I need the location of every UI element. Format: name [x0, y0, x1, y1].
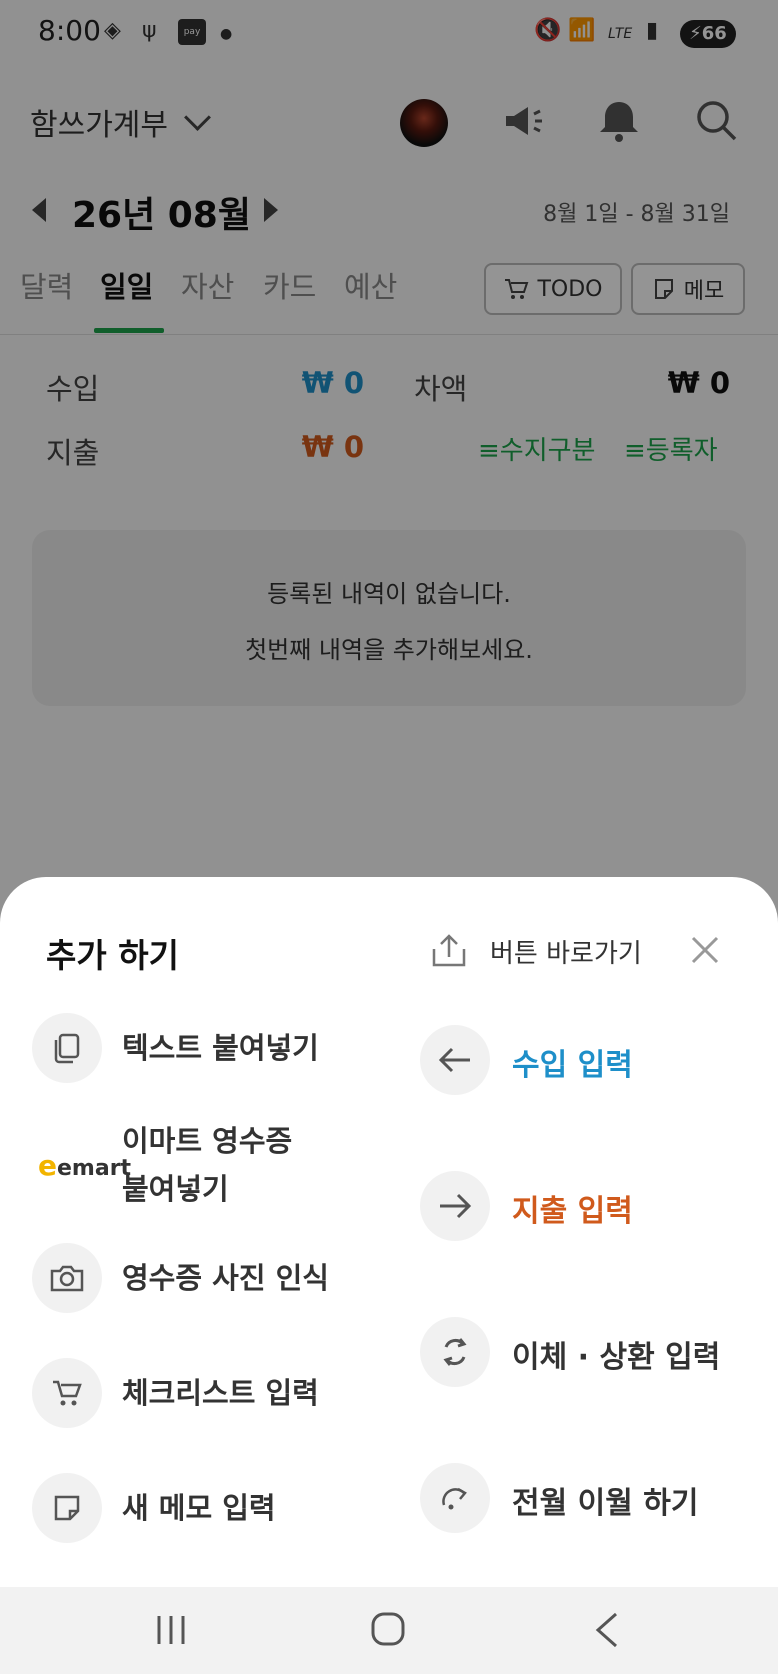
emart-receipt-label[interactable]: 이마트 영수증 붙여넣기	[122, 1117, 292, 1213]
refresh-icon	[443, 1338, 467, 1366]
carry-over-label[interactable]: 전월 이월 하기	[512, 1478, 699, 1522]
emart-wordmark: emart	[57, 1156, 132, 1181]
share-upload-icon[interactable]	[428, 933, 470, 969]
recents-icon[interactable]	[154, 1613, 188, 1647]
cart-icon	[53, 1380, 82, 1406]
receipt-photo-label[interactable]: 영수증 사진 인식	[122, 1254, 329, 1302]
income-input-button[interactable]	[420, 1025, 490, 1095]
close-icon[interactable]	[690, 935, 720, 965]
arrow-right-icon	[440, 1193, 472, 1219]
new-memo-button[interactable]	[32, 1473, 102, 1543]
emart-logo: eemart	[38, 1149, 132, 1182]
arrow-left-icon	[438, 1047, 470, 1073]
expense-input-label[interactable]: 지출 입력	[512, 1186, 633, 1230]
shortcut-button[interactable]: 버튼 바로가기	[490, 933, 642, 970]
carry-over-button[interactable]	[420, 1463, 490, 1533]
checklist-button[interactable]	[32, 1358, 102, 1428]
carry-over-icon	[442, 1487, 467, 1510]
camera-icon	[50, 1265, 84, 1292]
copy-icon	[54, 1033, 80, 1064]
back-icon[interactable]	[592, 1611, 622, 1649]
add-bottom-sheet: 추가 하기 버튼 바로가기 텍스트 붙여넣기 eemart 이마트 영수증 붙여…	[0, 877, 778, 1587]
home-icon[interactable]	[370, 1611, 406, 1647]
emart-receipt-line2: 붙여넣기	[122, 1172, 229, 1206]
paste-text-button[interactable]	[32, 1013, 102, 1083]
sheet-title: 추가 하기	[46, 936, 179, 975]
transfer-input-button[interactable]	[420, 1317, 490, 1387]
receipt-photo-button[interactable]	[32, 1243, 102, 1313]
memo-icon	[54, 1495, 80, 1521]
paste-text-label[interactable]: 텍스트 붙여넣기	[122, 1024, 319, 1072]
checklist-label[interactable]: 체크리스트 입력	[122, 1369, 319, 1417]
expense-input-button[interactable]	[420, 1171, 490, 1241]
app-background: 8:00 ◈ ψ pay ● 🔇 📶 LTE ▮ ⚡66 함쓰가계부 26년 0…	[0, 0, 778, 1674]
emart-receipt-line1: 이마트 영수증	[122, 1124, 293, 1158]
income-input-label[interactable]: 수입 입력	[512, 1040, 633, 1084]
new-memo-label[interactable]: 새 메모 입력	[122, 1484, 276, 1532]
system-nav-bar	[0, 1587, 778, 1674]
transfer-input-label[interactable]: 이체 · 상환 입력	[512, 1332, 720, 1376]
